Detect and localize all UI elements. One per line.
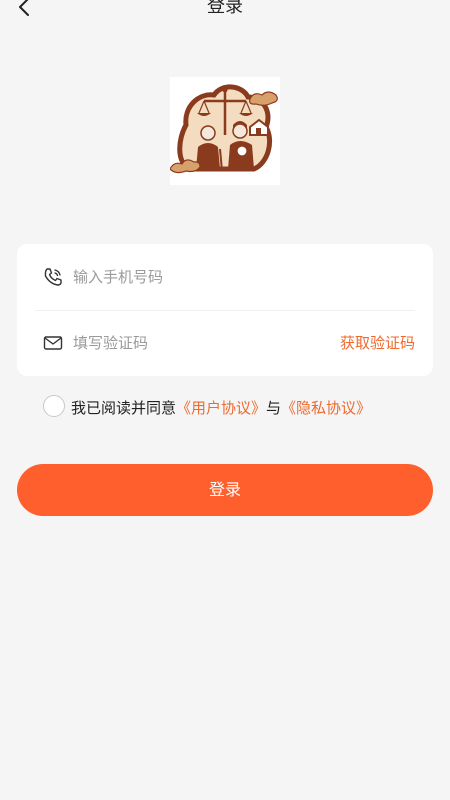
mail-icon	[43, 336, 63, 350]
user-agreement-link[interactable]: 《用户协议》	[176, 399, 266, 417]
phone-row	[17, 244, 433, 310]
login-button[interactable]: 登录	[17, 464, 433, 516]
navbar: 登录	[0, 0, 450, 30]
agreement-prefix: 我已阅读并同意	[71, 399, 177, 417]
verification-code-input[interactable]	[73, 330, 343, 356]
page-title: 登录	[207, 0, 243, 17]
get-code-button[interactable]: 获取验证码	[340, 332, 415, 353]
phone-input[interactable]	[73, 264, 343, 290]
login-screen: 登录 输入手机号码 填写验证码 获取验证码 我已阅读并同意《用户协议》与《隐私协…	[0, 0, 450, 800]
agreement-checkbox[interactable]	[43, 395, 65, 417]
agreement-text: 我已阅读并同意《用户协议》与《隐私协议》	[71, 397, 371, 418]
app-logo	[169, 77, 280, 185]
privacy-policy-link[interactable]: 《隐私协议》	[281, 399, 371, 417]
family-law-scale-logo-icon	[169, 84, 278, 174]
code-row: 获取验证码	[17, 310, 433, 376]
login-form-card: 获取验证码	[17, 244, 433, 376]
agreement-conjunction: 与	[266, 399, 282, 417]
agreement-row: 我已阅读并同意《用户协议》与《隐私协议》	[43, 395, 423, 419]
phone-icon	[44, 268, 62, 286]
